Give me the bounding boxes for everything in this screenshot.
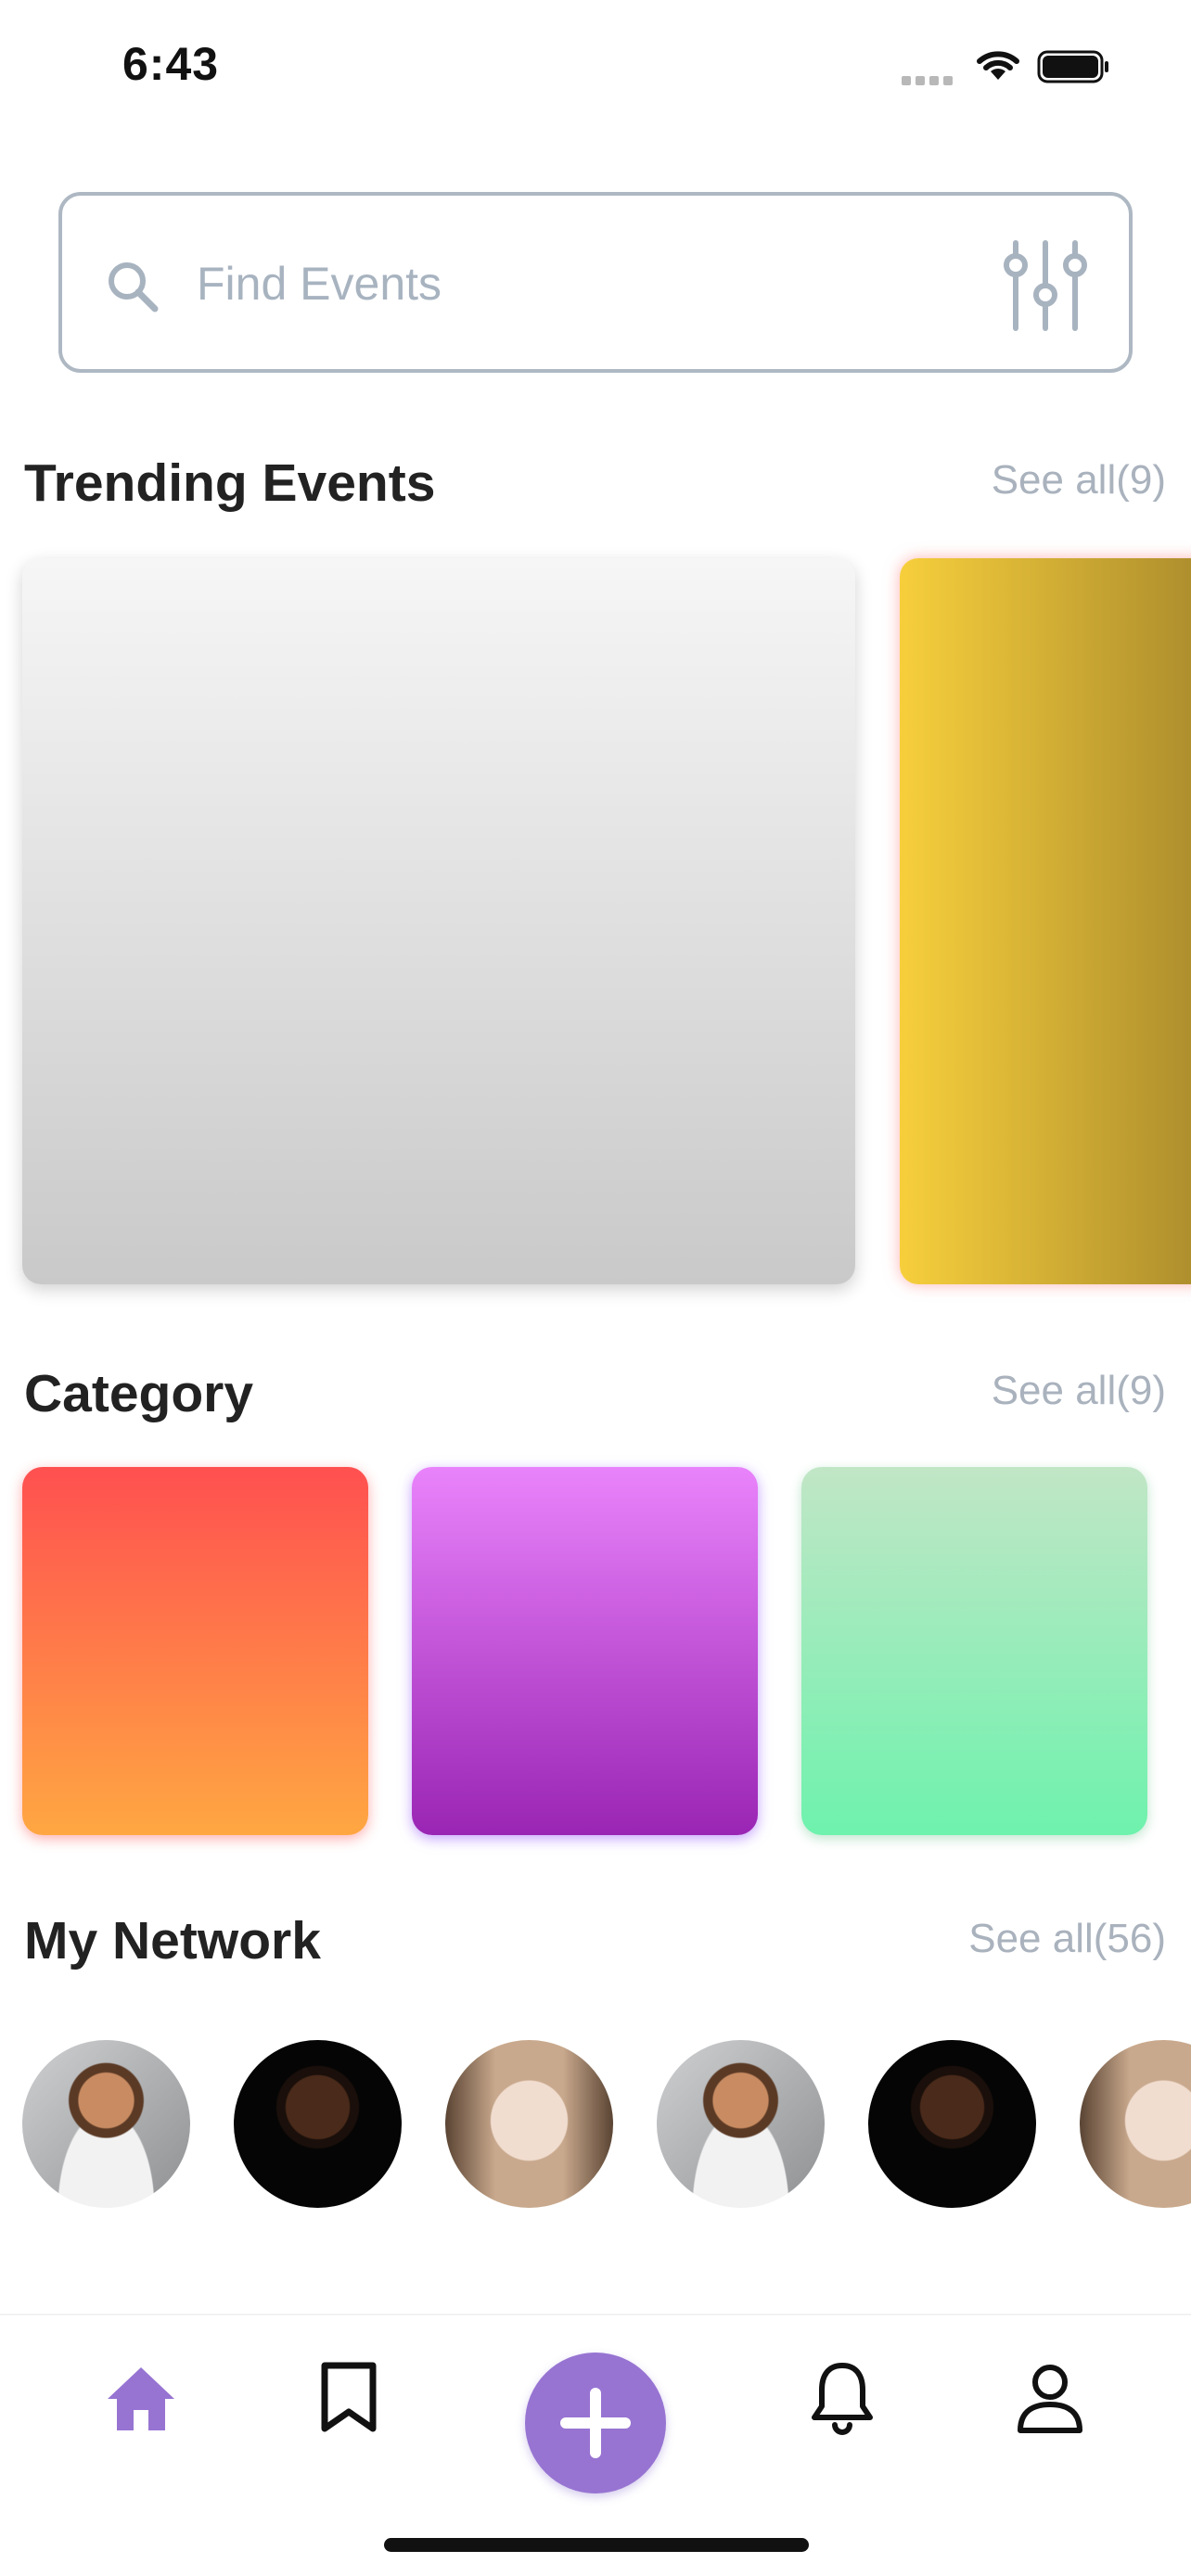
avatar[interactable] <box>445 2040 613 2208</box>
wifi-icon <box>977 51 1019 80</box>
profile-icon[interactable] <box>1015 2362 1085 2436</box>
see-all-network-link[interactable]: See all(56) <box>968 1916 1166 1962</box>
section-title-category: Category <box>24 1364 254 1423</box>
search-bar[interactable] <box>58 192 1133 373</box>
cellular-signal-icon <box>902 76 953 85</box>
filter-sliders-icon[interactable] <box>999 237 1092 334</box>
avatar[interactable] <box>1080 2040 1191 2208</box>
category-card[interactable] <box>412 1467 758 1835</box>
avatar[interactable] <box>868 2040 1036 2208</box>
home-icon[interactable] <box>104 2364 178 2434</box>
bookmark-icon[interactable] <box>315 2360 382 2434</box>
see-all-category-link[interactable]: See all(9) <box>992 1368 1166 1414</box>
bell-icon[interactable] <box>809 2358 876 2436</box>
add-icon <box>560 2388 631 2458</box>
search-icon <box>109 262 159 312</box>
home-indicator <box>384 2538 809 2552</box>
search-input[interactable] <box>197 242 939 325</box>
section-title-trending: Trending Events <box>24 453 436 513</box>
category-card[interactable] <box>22 1467 368 1835</box>
trending-event-card[interactable] <box>22 558 855 1284</box>
avatar[interactable] <box>22 2040 190 2208</box>
trending-event-card[interactable] <box>900 558 1191 1284</box>
avatar[interactable] <box>657 2040 825 2208</box>
status-time: 6:43 <box>122 38 220 90</box>
battery-icon <box>1037 50 1108 83</box>
avatar[interactable] <box>234 2040 402 2208</box>
see-all-trending-link[interactable]: See all(9) <box>992 457 1166 504</box>
category-card[interactable] <box>801 1467 1147 1835</box>
add-event-button[interactable] <box>525 2353 666 2493</box>
section-title-network: My Network <box>24 1911 321 1970</box>
bottom-navigation <box>0 2314 1191 2576</box>
